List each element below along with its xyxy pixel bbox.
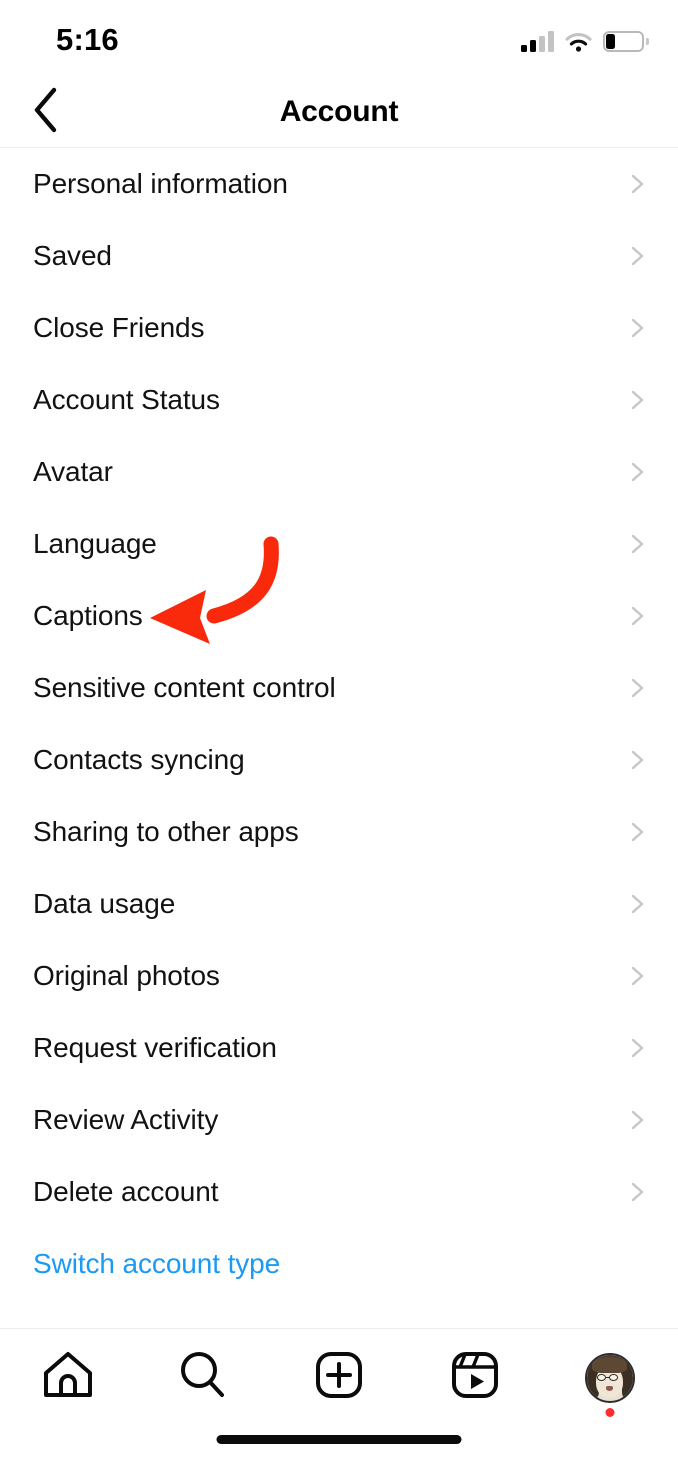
chevron-right-icon — [626, 1181, 648, 1203]
cellular-signal-icon — [521, 31, 554, 52]
chevron-right-icon — [626, 461, 648, 483]
search-icon — [177, 1349, 229, 1406]
tab-home[interactable] — [0, 1329, 136, 1426]
plus-square-icon — [314, 1350, 364, 1405]
list-item-captions[interactable]: Captions — [0, 580, 678, 652]
instagram-account-settings-screen: 5:16 Account Personal information Saved … — [0, 0, 678, 1466]
list-item-sensitive-content-control[interactable]: Sensitive content control — [0, 652, 678, 724]
home-indicator — [216, 1435, 462, 1444]
status-bar: 5:16 — [0, 0, 678, 76]
chevron-right-icon — [626, 821, 648, 843]
avatar — [585, 1352, 636, 1403]
list-item-account-status[interactable]: Account Status — [0, 364, 678, 436]
tab-profile[interactable] — [542, 1329, 678, 1426]
list-item-contacts-syncing[interactable]: Contacts syncing — [0, 724, 678, 796]
notification-badge-dot — [605, 1407, 615, 1417]
list-item-label: Captions — [33, 600, 143, 631]
list-item-switch-account-type[interactable]: Switch account type — [0, 1228, 678, 1300]
chevron-right-icon — [626, 389, 648, 411]
tab-create[interactable] — [271, 1329, 407, 1426]
page-title: Account — [279, 95, 399, 128]
tab-search[interactable] — [136, 1329, 272, 1426]
list-item-label: Avatar — [33, 456, 113, 487]
list-item-label: Review Activity — [33, 1104, 219, 1135]
list-item-label: Sensitive content control — [33, 672, 336, 703]
list-item-label: Sharing to other apps — [33, 816, 299, 847]
list-item-original-photos[interactable]: Original photos — [0, 940, 678, 1012]
status-bar-indicators — [521, 26, 649, 52]
chevron-right-icon — [626, 1037, 648, 1059]
list-item-label: Contacts syncing — [33, 744, 245, 775]
chevron-right-icon — [626, 605, 648, 627]
chevron-right-icon — [626, 749, 648, 771]
list-item-label: Data usage — [33, 888, 176, 919]
list-item-request-verification[interactable]: Request verification — [0, 1012, 678, 1084]
list-item-label: Original photos — [33, 960, 220, 991]
list-item-label: Delete account — [33, 1176, 219, 1207]
list-item-label: Language — [33, 528, 157, 559]
list-item-language[interactable]: Language — [0, 508, 678, 580]
list-item-label: Request verification — [33, 1032, 277, 1063]
list-item-sharing-to-other-apps[interactable]: Sharing to other apps — [0, 796, 678, 868]
tab-reels[interactable] — [407, 1329, 543, 1426]
wifi-icon — [565, 32, 592, 52]
chevron-right-icon — [626, 533, 648, 555]
list-item-close-friends[interactable]: Close Friends — [0, 292, 678, 364]
tab-bar — [0, 1329, 678, 1426]
chevron-right-icon — [626, 245, 648, 267]
chevron-right-icon — [626, 173, 648, 195]
chevron-right-icon — [626, 965, 648, 987]
list-item-label: Account Status — [33, 384, 220, 415]
home-icon — [41, 1350, 95, 1405]
list-item-label: Personal information — [33, 168, 288, 199]
list-item-delete-account[interactable]: Delete account — [0, 1156, 678, 1228]
battery-low-icon — [603, 31, 649, 52]
list-item-label: Switch account type — [33, 1248, 281, 1279]
navigation-header: Account — [0, 76, 678, 148]
chevron-right-icon — [626, 893, 648, 915]
list-item-avatar[interactable]: Avatar — [0, 436, 678, 508]
settings-list[interactable]: Personal information Saved Close Friends… — [0, 148, 678, 1328]
status-bar-time: 5:16 — [56, 22, 119, 57]
chevron-right-icon — [626, 1109, 648, 1131]
list-item-review-activity[interactable]: Review Activity — [0, 1084, 678, 1156]
list-item-label: Saved — [33, 240, 112, 271]
chevron-right-icon — [626, 317, 648, 339]
chevron-right-icon — [626, 677, 648, 699]
profile-avatar-wrapper — [585, 1352, 636, 1417]
list-item-saved[interactable]: Saved — [0, 220, 678, 292]
reels-icon — [450, 1350, 500, 1405]
list-item-data-usage[interactable]: Data usage — [0, 868, 678, 940]
list-item-personal-information[interactable]: Personal information — [0, 148, 678, 220]
list-item-label: Close Friends — [33, 312, 205, 343]
